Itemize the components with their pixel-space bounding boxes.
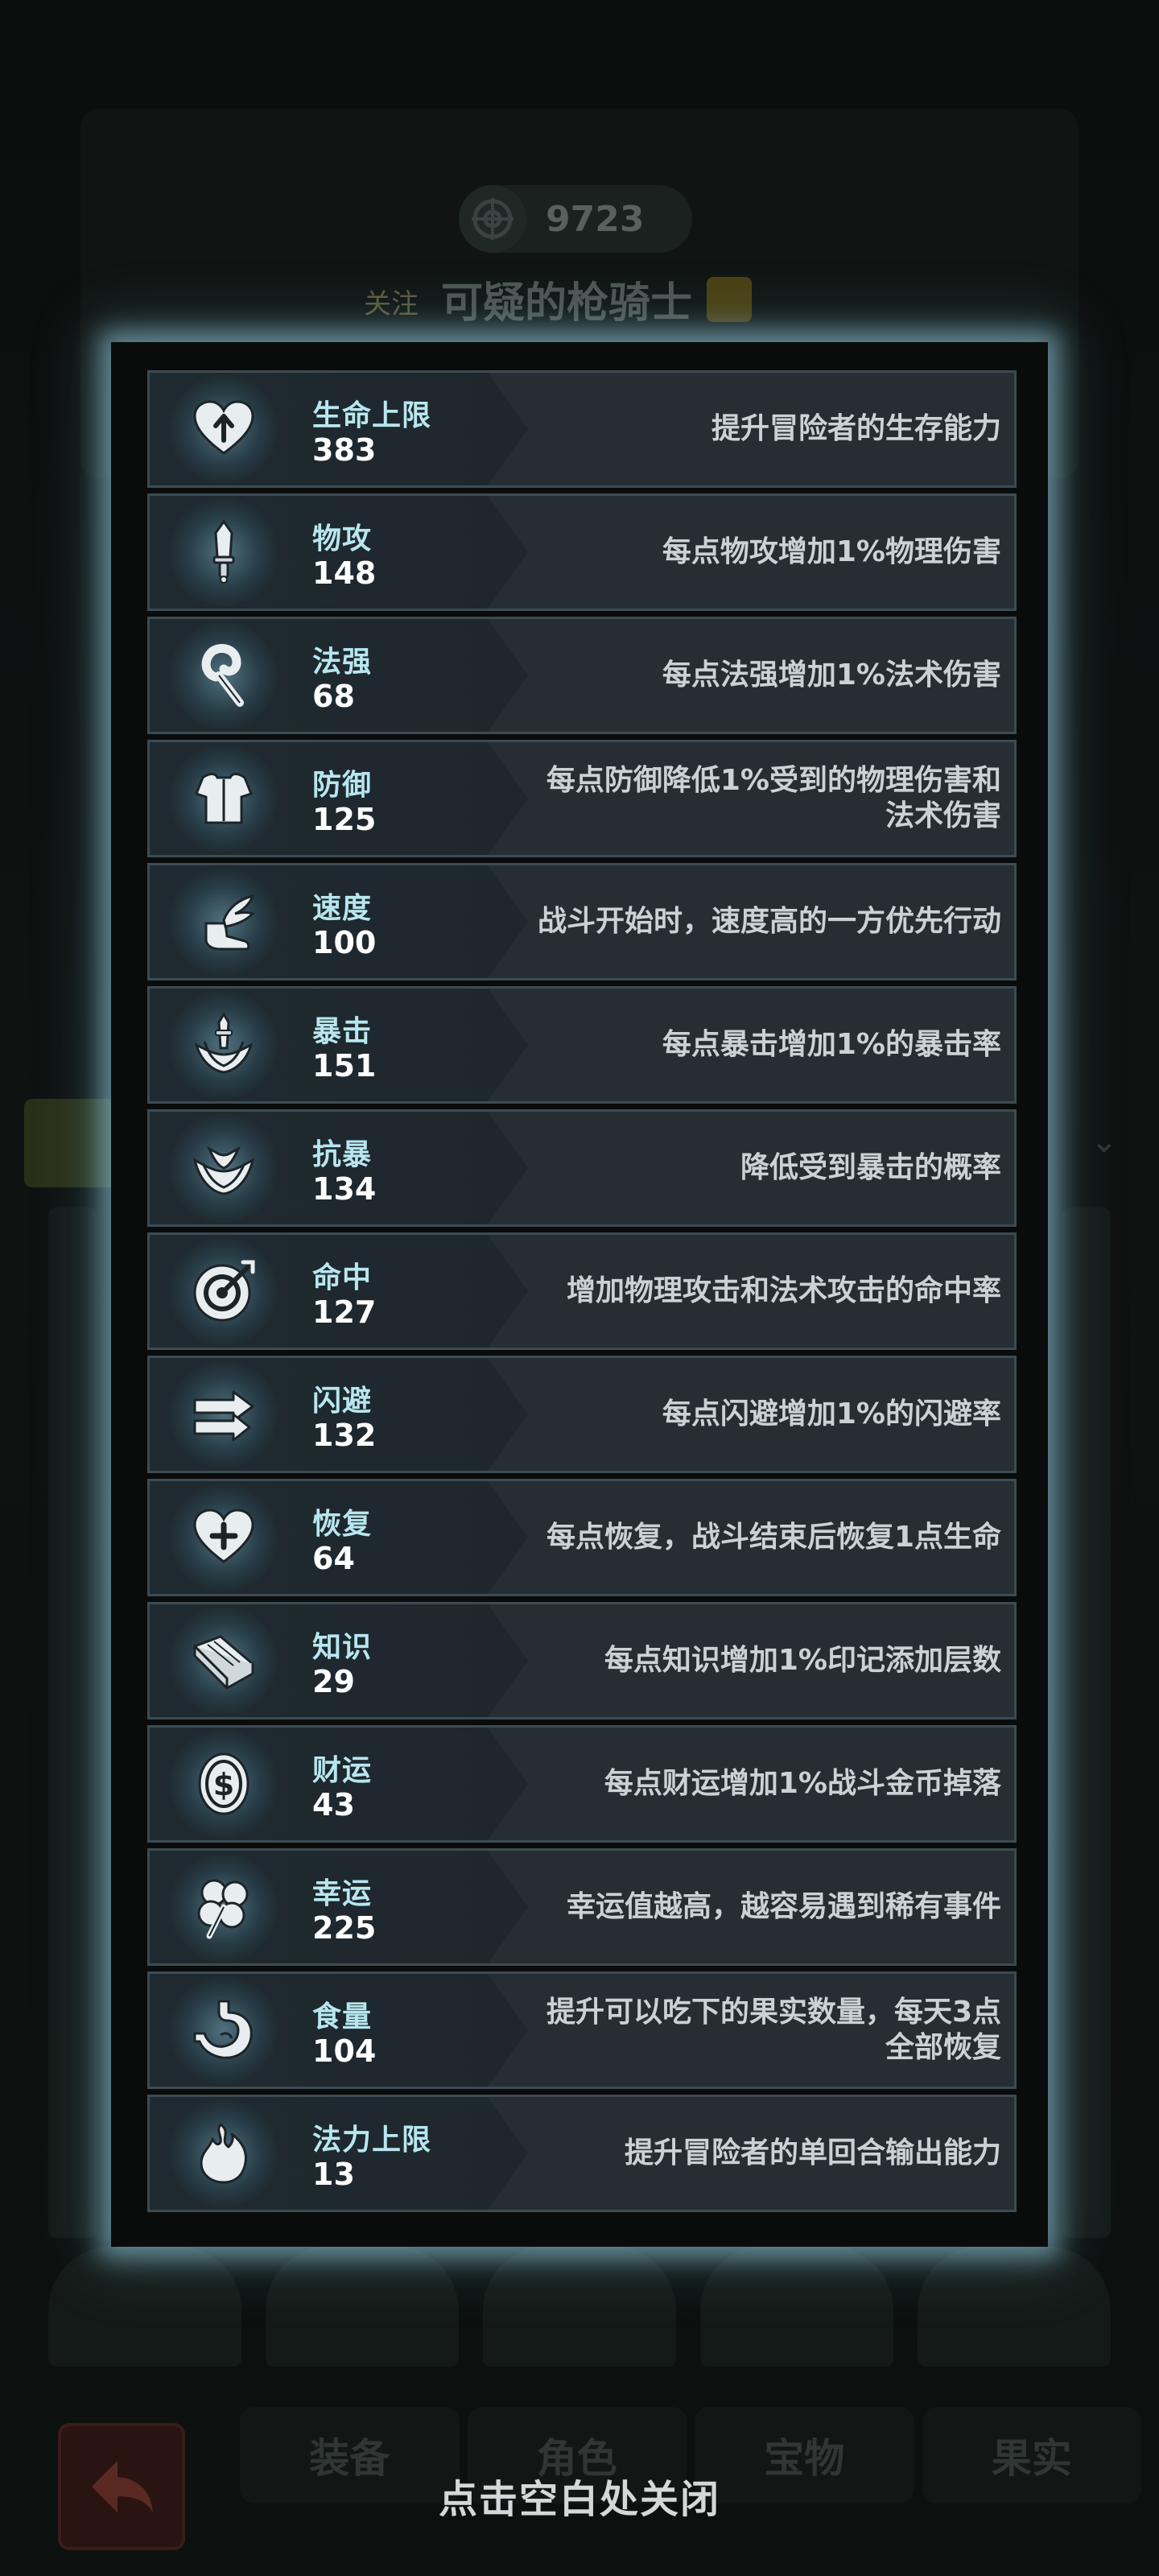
stat-value: 151 <box>312 1048 377 1084</box>
close-hint[interactable]: 点击空白处关闭 <box>0 2467 1159 2524</box>
stat-row-magic-power: 法强 68 每点法强增加1%法术伤害 <box>147 617 1017 734</box>
stat-name: 防御 <box>312 769 373 802</box>
stat-row-recovery: 恢复 64 每点恢复，战斗结束后恢复1点生命 <box>147 1479 1017 1596</box>
stat-value: 43 <box>312 1787 355 1823</box>
stat-row-knowledge: 知识 29 每点知识增加1%印记添加层数 <box>147 1602 1017 1719</box>
stat-name: 抗暴 <box>312 1138 373 1171</box>
stat-value: 132 <box>312 1418 377 1453</box>
character-name: 可疑的枪骑士 <box>441 269 753 329</box>
dodge-arrows-icon <box>166 1360 282 1469</box>
chevron-down-icon: ⌄ <box>1091 1123 1118 1160</box>
stat-description: 提升冒险者的生存能力 <box>711 412 1001 445</box>
mana-flame-icon <box>166 2099 282 2208</box>
stat-row-evasion: 闪避 132 每点闪避增加1%的闪避率 <box>147 1356 1017 1473</box>
stomach-icon <box>166 1975 282 2085</box>
stat-description: 每点闪避增加1%的闪避率 <box>662 1397 1001 1430</box>
stat-description: 每点知识增加1%印记添加层数 <box>604 1644 1001 1677</box>
stat-description: 战斗开始时，速度高的一方优先行动 <box>537 905 1001 938</box>
background-card-column <box>1062 1208 1111 2238</box>
stat-row-physical-attack: 物攻 148 每点物攻增加1%物理伤害 <box>147 493 1017 611</box>
stat-value: 13 <box>312 2157 355 2192</box>
book-icon <box>166 1606 282 1715</box>
stat-description: 每点物攻增加1%物理伤害 <box>662 535 1001 568</box>
stat-row-defense: 防御 125 每点防御降低1%受到的物理伤害和法术伤害 <box>147 740 1017 857</box>
stat-row-accuracy: 命中 127 增加物理攻击和法术攻击的命中率 <box>147 1232 1017 1350</box>
stat-name: 速度 <box>312 892 373 925</box>
background-panel <box>24 1099 121 1187</box>
stat-name: 法力上限 <box>312 2124 432 2157</box>
stat-description: 每点恢复，战斗结束后恢复1点生命 <box>546 1521 1001 1554</box>
stat-value: 383 <box>312 432 377 468</box>
stat-description: 每点暴击增加1%的暴击率 <box>662 1028 1001 1061</box>
stat-list: 生命上限 383 提升冒险者的生存能力 物攻 148 每点物攻增加1%物理伤害 … <box>147 370 1017 2212</box>
edit-icon <box>707 276 753 322</box>
stat-description: 每点财运增加1%战斗金币掉落 <box>604 1767 1001 1800</box>
stat-name: 闪避 <box>312 1385 373 1418</box>
stat-value: 148 <box>312 555 377 591</box>
stat-value: 127 <box>312 1294 377 1330</box>
stat-value: 104 <box>312 2033 377 2069</box>
stat-row-max-mana: 法力上限 13 提升冒险者的单回合输出能力 <box>147 2095 1017 2212</box>
stat-value: 134 <box>312 1171 377 1207</box>
stat-description: 每点防御降低1%受到的物理伤害和法术伤害 <box>546 764 1001 832</box>
stat-name: 食量 <box>312 2000 373 2033</box>
background-card-column <box>48 1208 97 2238</box>
background-egg <box>700 2246 893 2367</box>
stat-value: 29 <box>312 1664 355 1699</box>
score-value: 9723 <box>546 198 645 240</box>
stat-description: 每点法强增加1%法术伤害 <box>662 658 1001 691</box>
character-name-text: 可疑的枪骑士 <box>441 279 693 328</box>
stat-row-appetite: 食量 104 提升可以吃下的果实数量，每天3点全部恢复 <box>147 1971 1017 2089</box>
stat-name: 幸运 <box>312 1877 373 1910</box>
stat-name: 物攻 <box>312 522 373 555</box>
background-egg <box>483 2246 676 2367</box>
stat-name: 命中 <box>312 1261 373 1294</box>
stat-name: 财运 <box>312 1754 373 1787</box>
stat-description: 幸运值越高，越容易遇到稀有事件 <box>566 1890 1001 1923</box>
sword-icon <box>166 497 282 607</box>
heart-up-icon <box>166 374 282 484</box>
svg-text:$: $ <box>213 1767 234 1802</box>
stat-name: 暴击 <box>312 1015 373 1048</box>
stat-description: 增加物理攻击和法术攻击的命中率 <box>566 1274 1001 1307</box>
stat-row-speed: 速度 100 战斗开始时，速度高的一方优先行动 <box>147 863 1017 980</box>
winged-boot-icon <box>166 867 282 976</box>
stats-modal: 生命上限 383 提升冒险者的生存能力 物攻 148 每点物攻增加1%物理伤害 … <box>111 342 1048 2247</box>
stat-value: 64 <box>312 1541 355 1576</box>
target-icon <box>166 1236 282 1346</box>
background-egg <box>918 2246 1111 2367</box>
stat-description: 降低受到暴击的概率 <box>740 1151 1001 1184</box>
stat-row-critical-resistance: 抗暴 134 降低受到暴击的概率 <box>147 1109 1017 1227</box>
stat-value: 225 <box>312 1910 377 1946</box>
follow-label: 关注 <box>364 288 419 320</box>
armor-icon <box>166 744 282 853</box>
stat-row-luck: 幸运 225 幸运值越高，越容易遇到稀有事件 <box>147 1848 1017 1966</box>
background-egg <box>48 2246 241 2367</box>
staff-icon <box>166 621 282 730</box>
crit-icon <box>166 990 282 1100</box>
clover-icon <box>166 1852 282 1962</box>
stat-value: 68 <box>312 679 355 714</box>
stat-row-max-hp: 生命上限 383 提升冒险者的生存能力 <box>147 370 1017 488</box>
coin-icon: $ <box>166 1729 282 1839</box>
stat-description: 提升冒险者的单回合输出能力 <box>624 2136 1001 2169</box>
heart-plus-icon <box>166 1483 282 1592</box>
stat-value: 125 <box>312 802 377 837</box>
stat-value: 100 <box>312 925 377 960</box>
stat-name: 知识 <box>312 1631 373 1664</box>
background-egg <box>266 2246 459 2367</box>
crosshair-icon <box>459 185 526 253</box>
background-egg-row <box>48 2246 1111 2367</box>
stat-name: 生命上限 <box>312 399 432 432</box>
crit-resist-icon <box>166 1113 282 1223</box>
stat-row-fortune: $ 财运 43 每点财运增加1%战斗金币掉落 <box>147 1725 1017 1843</box>
stat-row-critical: 暴击 151 每点暴击增加1%的暴击率 <box>147 986 1017 1104</box>
stat-name: 法强 <box>312 646 373 679</box>
score-pill: 9723 <box>459 185 692 253</box>
stat-name: 恢复 <box>312 1508 373 1541</box>
stat-description: 提升可以吃下的果实数量，每天3点全部恢复 <box>546 1996 1001 2064</box>
